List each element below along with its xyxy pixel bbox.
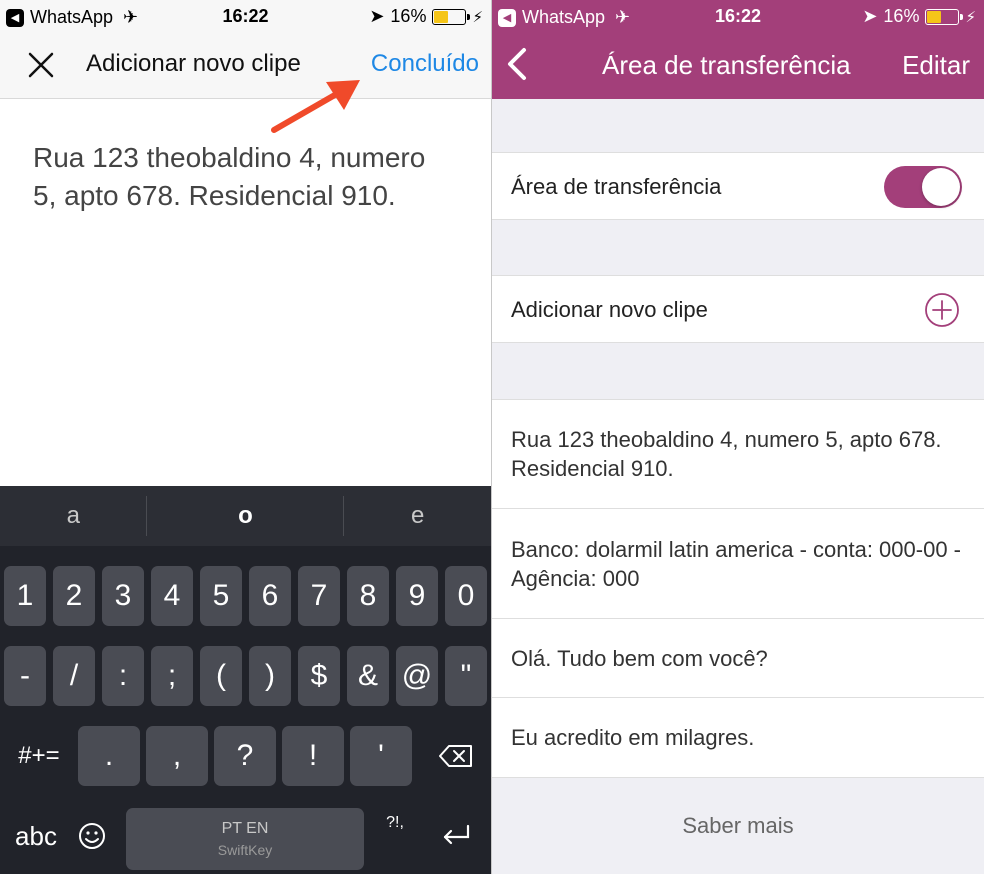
clip-list: Rua 123 theobaldino 4, numero 5, apto 67…	[492, 399, 984, 778]
return-key[interactable]	[428, 806, 484, 866]
key[interactable]: .	[78, 726, 140, 786]
battery-icon	[432, 8, 471, 25]
abc-key[interactable]: abc	[6, 806, 66, 866]
status-bar: ◀ WhatsApp ✈ 16:22 ➤ 16% ⚡	[0, 0, 491, 32]
suggestion[interactable]: o	[147, 486, 345, 546]
key[interactable]: 2	[53, 566, 95, 626]
keyboard: a o e 1 2 3 4 5 6 7 8 9 0 - / : ; ( ) $ …	[0, 486, 491, 874]
symbols-key[interactable]: #+=	[6, 726, 72, 786]
clipboard-toggle[interactable]	[884, 166, 962, 208]
add-clip-row[interactable]: Adicionar novo clipe	[492, 275, 984, 343]
backspace-icon	[439, 745, 472, 767]
key[interactable]: 8	[347, 566, 389, 626]
list-item[interactable]: Rua 123 theobaldino 4, numero 5, apto 67…	[492, 400, 984, 509]
key[interactable]: ?	[214, 726, 276, 786]
list-item[interactable]: Olá. Tudo bem com você?	[492, 619, 984, 698]
return-icon	[443, 824, 470, 845]
key[interactable]: "	[445, 646, 487, 706]
key[interactable]: /	[53, 646, 95, 706]
clipboard-toggle-row: Área de transferência	[492, 152, 984, 220]
learn-more-link[interactable]: Saber mais	[492, 778, 984, 874]
list-item[interactable]: Banco: dolarmil latin america - conta: 0…	[492, 509, 984, 619]
emoji-icon	[79, 823, 105, 849]
key[interactable]: :	[102, 646, 144, 706]
add-clip-label: Adicionar novo clipe	[511, 297, 708, 322]
key[interactable]: @	[396, 646, 438, 706]
swiftkey-logo: SwiftKey	[217, 842, 273, 858]
key[interactable]: '	[350, 726, 412, 786]
key[interactable]: &	[347, 646, 389, 706]
battery-icon	[925, 8, 964, 25]
page-title: Área de transferência	[602, 50, 851, 80]
key[interactable]: 4	[151, 566, 193, 626]
key[interactable]: !	[282, 726, 344, 786]
done-button[interactable]: Concluído	[371, 50, 479, 78]
space-language: PT EN	[221, 820, 269, 837]
key[interactable]: ,	[146, 726, 208, 786]
suggestion[interactable]: e	[344, 486, 491, 546]
punctuation-key[interactable]: ?!,	[378, 806, 412, 856]
edit-button[interactable]: Editar	[902, 50, 970, 81]
clip-text-area[interactable]: Rua 123 theobaldino 4, numero 5, apto 67…	[33, 139, 453, 215]
key[interactable]: 0	[445, 566, 487, 626]
charging-icon: ⚡	[965, 8, 976, 26]
nav-bar: Adicionar novo clipe Concluído	[0, 32, 491, 99]
battery-percent: 16%	[883, 6, 920, 26]
space-key[interactable]: PT EN SwiftKey	[126, 808, 364, 870]
plus-circle-icon[interactable]	[924, 292, 960, 328]
location-icon: ➤	[369, 6, 385, 26]
toggle-label: Área de transferência	[511, 174, 722, 199]
key[interactable]: 6	[249, 566, 291, 626]
suggestion[interactable]: a	[0, 486, 147, 546]
key[interactable]: 3	[102, 566, 144, 626]
battery-percent: 16%	[390, 6, 427, 26]
close-icon[interactable]	[24, 48, 58, 82]
key[interactable]: (	[200, 646, 242, 706]
page-title: Adicionar novo clipe	[86, 50, 301, 77]
key[interactable]: 7	[298, 566, 340, 626]
backspace-key[interactable]	[428, 726, 484, 786]
add-clip-screen: ◀ WhatsApp ✈ 16:22 ➤ 16% ⚡ Adicionar nov…	[0, 0, 491, 874]
clipboard-screen: ◀ WhatsApp ✈ 16:22 ➤ 16% ⚡ Área de trans…	[492, 0, 984, 874]
list-item[interactable]: Eu acredito em milagres.	[492, 698, 984, 778]
back-chevron-icon[interactable]	[504, 46, 530, 82]
key[interactable]: 1	[4, 566, 46, 626]
nav-bar: Área de transferência Editar	[492, 32, 984, 99]
key[interactable]: -	[4, 646, 46, 706]
charging-icon: ⚡	[472, 8, 483, 26]
status-bar: ◀ WhatsApp ✈ 16:22 ➤ 16% ⚡	[492, 0, 984, 32]
emoji-key[interactable]	[70, 806, 114, 866]
key[interactable]: ;	[151, 646, 193, 706]
toggle-knob	[922, 168, 960, 206]
key[interactable]: 5	[200, 566, 242, 626]
key[interactable]: 9	[396, 566, 438, 626]
key[interactable]: )	[249, 646, 291, 706]
key[interactable]: $	[298, 646, 340, 706]
suggestion-bar: a o e	[0, 486, 491, 546]
location-icon: ➤	[862, 6, 878, 26]
